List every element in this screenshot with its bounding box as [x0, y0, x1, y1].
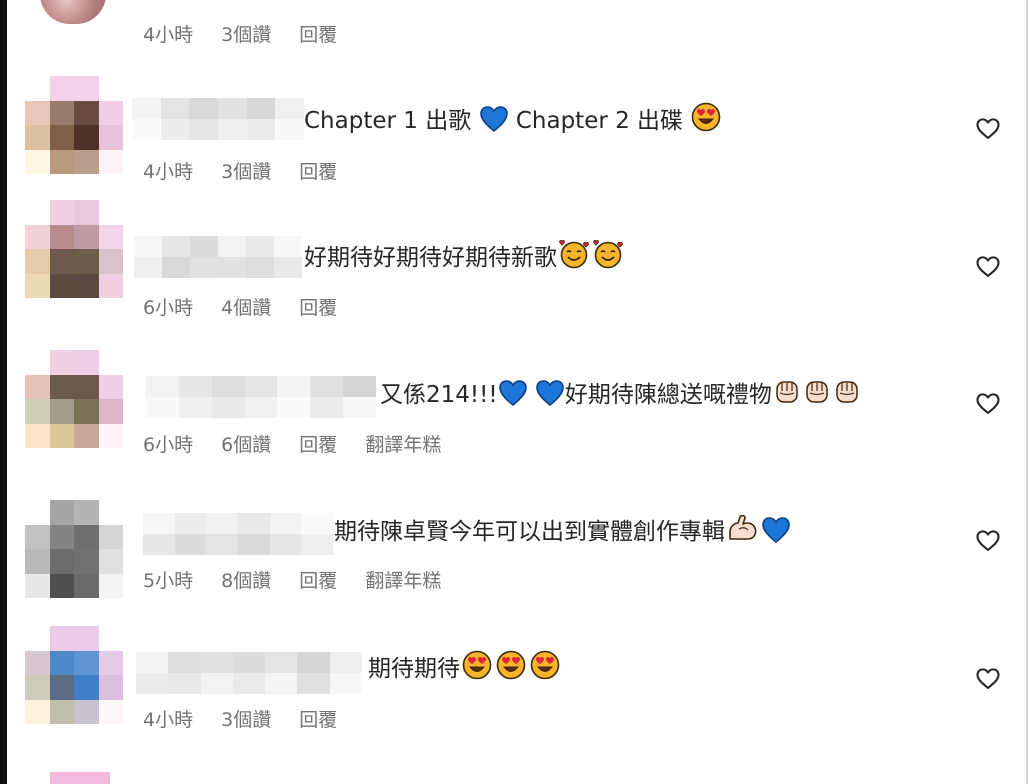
comment-meta: 5小時 8個讚 回覆 翻譯年糕 — [143, 566, 463, 593]
heart-eyes-icon — [462, 650, 492, 680]
avatar[interactable] — [40, 0, 106, 24]
blue-heart-icon — [498, 380, 527, 406]
username-blurred[interactable] — [132, 98, 304, 140]
comment-time[interactable]: 4小時 — [143, 709, 193, 731]
blue-heart-icon — [762, 517, 790, 543]
comment-meta: 6小時 4個讚 回覆 — [143, 293, 359, 320]
comment-meta: 6小時 6個讚 回覆 翻譯年糕 — [143, 430, 463, 457]
reply-button[interactable]: 回覆 — [299, 709, 337, 731]
comment-meta: 4小時 3個讚 回覆 — [143, 20, 359, 47]
username-blurred[interactable] — [136, 652, 362, 694]
comment-likes[interactable]: 4個讚 — [221, 297, 271, 319]
comment-text-part: 又係214!!! — [380, 382, 498, 408]
comment-likes[interactable]: 3個讚 — [221, 161, 271, 183]
raised-fist-icon — [776, 381, 798, 403]
reply-button[interactable]: 回覆 — [299, 434, 337, 456]
window-left-edge — [0, 0, 7, 784]
avatar[interactable] — [25, 76, 123, 174]
comment-text: Chapter 1 出歌 Chapter 2 出碟 — [304, 102, 722, 138]
comment-time[interactable]: 6小時 — [143, 297, 193, 319]
comment-text: 期待期待 — [368, 650, 562, 686]
heart-eyes-icon — [496, 650, 526, 680]
heart-eyes-icon — [692, 102, 721, 132]
reply-button[interactable]: 回覆 — [299, 161, 337, 183]
smiling-face-with-hearts-icon — [593, 239, 623, 269]
comment-text-part: Chapter 1 出歌 — [304, 108, 479, 134]
comment-text-part: 期待期待 — [368, 656, 460, 682]
reply-button[interactable]: 回覆 — [299, 24, 337, 46]
comment-likes[interactable]: 3個讚 — [221, 24, 271, 46]
like-heart-icon[interactable] — [974, 389, 1002, 417]
avatar[interactable] — [25, 200, 123, 298]
comment-meta: 4小時 3個讚 回覆 — [143, 705, 359, 732]
username-blurred[interactable] — [143, 513, 333, 555]
avatar[interactable] — [25, 626, 123, 724]
raised-fist-icon — [836, 381, 858, 403]
raised-fist-icon — [806, 381, 828, 403]
reply-button[interactable]: 回覆 — [299, 570, 337, 592]
comment-time[interactable]: 6小時 — [143, 434, 193, 456]
comment-time[interactable]: 5小時 — [143, 570, 193, 592]
comment-text-part: 好期待陳總送嘅禮物 — [564, 382, 772, 408]
smiling-face-with-hearts-icon — [559, 239, 589, 269]
comment-meta: 4小時 3個讚 回覆 — [143, 157, 359, 184]
comment-text: 期待陳卓賢今年可以出到實體創作專輯 — [334, 513, 791, 549]
username-blurred[interactable] — [134, 236, 302, 278]
translate-button[interactable]: 翻譯年糕 — [365, 434, 441, 456]
blue-heart-icon — [479, 106, 508, 132]
like-heart-icon[interactable] — [974, 114, 1002, 142]
comment-likes[interactable]: 3個讚 — [221, 709, 271, 731]
avatar[interactable] — [50, 772, 110, 784]
avatar[interactable] — [25, 350, 123, 448]
comment-likes[interactable]: 8個讚 — [221, 570, 271, 592]
comment-text-part: 好期待好期待好期待新歌 — [304, 245, 557, 271]
heart-eyes-icon — [530, 650, 560, 680]
comment-time[interactable]: 4小時 — [143, 24, 193, 46]
comment-text-part: Chapter 2 出碟 — [508, 108, 691, 134]
comment-likes[interactable]: 6個讚 — [221, 434, 271, 456]
flexed-biceps-icon — [729, 514, 757, 540]
reply-button[interactable]: 回覆 — [299, 297, 337, 319]
comment-text: 好期待好期待好期待新歌 — [304, 239, 625, 275]
like-heart-icon[interactable] — [974, 252, 1002, 280]
comment-time[interactable]: 4小時 — [143, 161, 193, 183]
username-blurred[interactable] — [146, 376, 376, 418]
comment-text-part: 期待陳卓賢今年可以出到實體創作專輯 — [334, 519, 725, 545]
translate-button[interactable]: 翻譯年糕 — [365, 570, 441, 592]
comment-text: 又係214!!! 好期待陳總送嘅禮物 — [380, 376, 862, 412]
comment-item: 4小時 3個讚 回覆 — [0, 0, 1028, 60]
like-heart-icon[interactable] — [974, 526, 1002, 554]
like-heart-icon[interactable] — [974, 664, 1002, 692]
avatar[interactable] — [25, 500, 123, 598]
blue-heart-icon — [536, 380, 564, 406]
